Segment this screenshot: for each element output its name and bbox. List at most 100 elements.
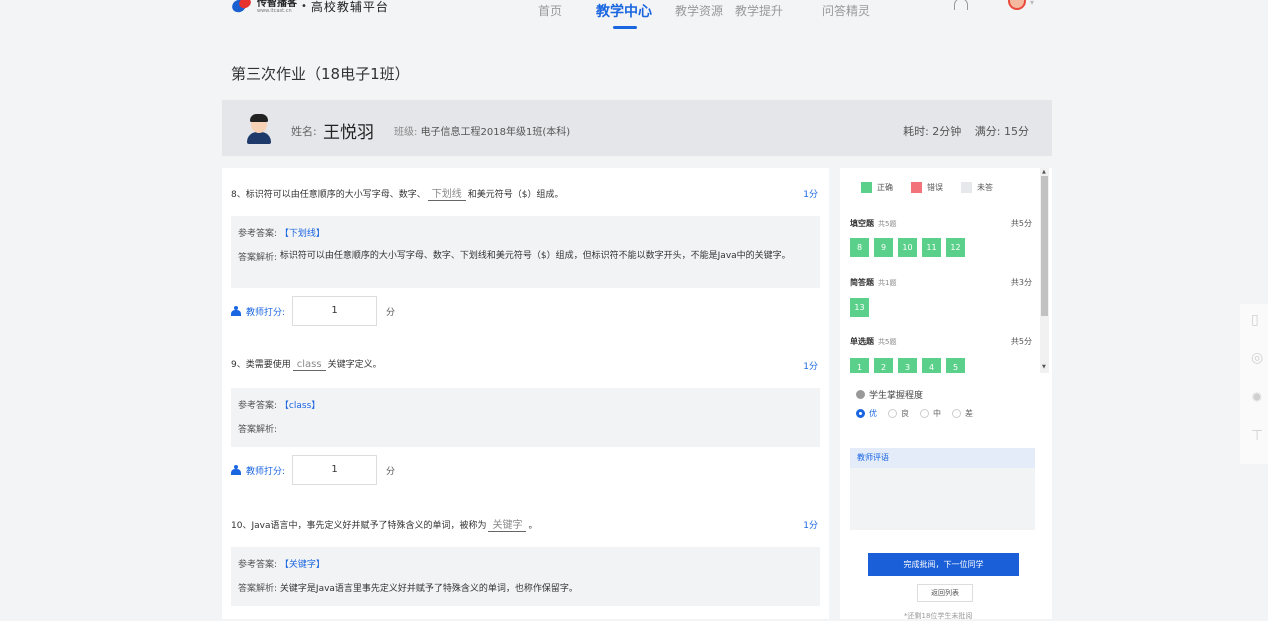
chevron-down-icon[interactable]: ▾: [1030, 0, 1034, 7]
analysis-label: 答案解析:: [238, 425, 278, 435]
radio-circle[interactable]: [856, 409, 865, 418]
mastery-radio-good[interactable]: 良: [888, 408, 909, 419]
analysis-text: 标识符可以由任意顺序的大小写字母、数字、下划线和美元符号（$）组成，但标识符不能…: [279, 251, 791, 261]
question-chip[interactable]: 3: [898, 358, 917, 373]
mastery-radio-poor[interactable]: 差: [952, 408, 973, 419]
platform-name: 高校教辅平台: [310, 0, 389, 14]
student-name: 王悦羽: [323, 123, 374, 143]
mastery-title-text: 学生掌握程度: [869, 391, 924, 401]
scrollbar[interactable]: ▲ ▼: [1040, 168, 1049, 373]
reference-answer-label: 参考答案:: [238, 229, 278, 239]
section-name: 简答题: [850, 278, 874, 287]
question-chip[interactable]: 2: [874, 358, 893, 373]
question-chips: 13: [850, 298, 874, 317]
reference-answer: 参考答案: 【关键字】: [238, 557, 325, 570]
score-unit: 分: [386, 307, 396, 318]
question-list: 8、标识符可以由任意顺序的大小写字母、数字、 下划线 和美元符号（$）组成。 1分 …: [222, 168, 829, 619]
name-label: 姓名:: [291, 125, 317, 138]
section-count: 共1题: [878, 279, 897, 287]
question-text: 8、标识符可以由任意顺序的大小写字母、数字、 下划线 和美元符号（$）组成。: [231, 185, 563, 201]
score-input[interactable]: 1: [292, 455, 378, 485]
question-chips: 1 2 3 4 5: [850, 358, 970, 373]
question-score: 1分: [803, 190, 818, 200]
mastery-radio-excellent[interactable]: 优: [856, 408, 877, 419]
scrollbar-thumb[interactable]: [1041, 176, 1048, 316]
question-blank: 下划线: [427, 185, 466, 201]
pie-icon: [856, 390, 865, 399]
mastery-radio-group: 优 良 中 差: [856, 408, 984, 419]
status-legend: 正确 错误 未答: [861, 182, 1011, 193]
analysis-label: 答案解析:: [238, 584, 278, 594]
answer-sheet: 正确 错误 未答 填空题 共5题 共5分 8 9 10 11 12 简答题 共1题 共3…: [840, 168, 1052, 373]
question-chip[interactable]: 1: [850, 358, 869, 373]
question-text-post: 。: [528, 521, 538, 531]
reference-answer: 参考答案: 【下划线】: [238, 226, 325, 239]
question-chip[interactable]: 4: [922, 358, 941, 373]
time-spent: 耗时: 2分钟: [903, 125, 962, 138]
time-and-score: 耗时: 2分钟 满分: 15分: [893, 123, 1029, 139]
nav-qa[interactable]: 问答精灵: [822, 2, 870, 19]
logo[interactable]: 传智播客 www.itcast.cn • 高校教辅平台: [230, 0, 389, 18]
nav-home[interactable]: 首页: [538, 2, 562, 19]
section-count: 共5题: [878, 220, 897, 228]
teacher-score-label: 教师打分:: [246, 307, 286, 318]
service-icon[interactable]: ◎: [1251, 350, 1263, 366]
phone-icon[interactable]: ▯: [1251, 312, 1259, 328]
question-chip[interactable]: 8: [850, 238, 869, 257]
lightbulb-icon[interactable]: ✹: [1251, 390, 1263, 406]
question-chip[interactable]: 12: [946, 238, 965, 257]
nav-teaching-center[interactable]: 教学中心: [596, 1, 652, 21]
section-total: 共5分: [1010, 219, 1032, 228]
question-chip[interactable]: 9: [874, 238, 893, 257]
teacher-score-row: 教师打分: 1 分: [231, 455, 395, 485]
radio-circle[interactable]: [920, 409, 929, 418]
radio-label: 差: [965, 409, 973, 418]
score-input[interactable]: 1: [292, 296, 378, 326]
mastery-radio-medium[interactable]: 中: [920, 408, 941, 419]
question-text-pre: 9、类需要使用: [231, 360, 291, 370]
full-score: 满分: 15分: [974, 125, 1029, 138]
radio-circle[interactable]: [952, 409, 961, 418]
reference-answer: 参考答案: 【class】: [238, 398, 320, 411]
scroll-down-icon[interactable]: ▼: [1042, 364, 1046, 370]
radio-label: 中: [933, 409, 941, 418]
class-value: 电子信息工程2018年级1班(本科): [420, 127, 571, 138]
radio-label: 良: [901, 409, 909, 418]
grading-panel: 正确 错误 未答 填空题 共5题 共5分 8 9 10 11 12 简答题 共1题 共3…: [840, 168, 1052, 620]
question-chip[interactable]: 5: [946, 358, 965, 373]
question-text: 10、Java语言中，事先定义好并赋予了特殊含义的单词，被称为 关键字。: [231, 516, 537, 532]
section-total: 共5分: [1010, 337, 1032, 346]
avatar[interactable]: [1008, 0, 1026, 10]
comment-textarea[interactable]: [850, 468, 1035, 530]
reference-answer-label: 参考答案:: [238, 560, 278, 570]
teacher-icon: [231, 465, 241, 475]
finish-next-button[interactable]: 完成批阅，下一位同学: [868, 553, 1019, 576]
back-to-top-icon[interactable]: ⊤: [1251, 428, 1263, 444]
radio-label: 优: [869, 409, 877, 418]
class-label: 班级:: [394, 127, 418, 138]
section-header: 简答题 共1题 共3分: [850, 277, 1032, 288]
answer-box: 参考答案: 【下划线】 答案解析: 标识符可以由任意顺序的大小写字母、数字、下划…: [231, 216, 820, 288]
logo-url: www.itcast.cn: [257, 7, 292, 14]
reference-answer-value: 【关键字】: [279, 560, 325, 570]
student-info-bar: 姓名: 王悦羽 班级: 电子信息工程2018年级1班(本科) 耗时: 2分钟 满…: [222, 100, 1052, 156]
question-score: 1分: [803, 521, 818, 531]
section-name: 单选题: [850, 337, 874, 346]
teacher-score-row: 教师打分: 1 分: [231, 296, 395, 326]
nav-teaching-improvement[interactable]: 教学提升: [735, 2, 783, 19]
scroll-up-icon[interactable]: ▲: [1042, 169, 1046, 175]
radio-circle[interactable]: [888, 409, 897, 418]
student-class: 班级: 电子信息工程2018年级1班(本科): [394, 123, 570, 138]
nav-teaching-resources[interactable]: 教学资源: [675, 2, 723, 19]
logo-separator: •: [301, 0, 307, 12]
teacher-score-label: 教师打分:: [246, 466, 286, 477]
section-header: 填空题 共5题 共5分: [850, 218, 1032, 229]
bell-icon[interactable]: [954, 0, 968, 10]
question-chip[interactable]: 13: [850, 298, 869, 317]
question-chip[interactable]: 11: [922, 238, 941, 257]
back-to-list-button[interactable]: 返回列表: [917, 584, 973, 602]
question-chip[interactable]: 10: [898, 238, 917, 257]
analysis-text: 关键字是Java语言里事先定义好并赋予了特殊含义的单词，也称作保留字。: [279, 584, 578, 594]
page-title: 第三次作业（18电子1班）: [231, 65, 410, 83]
question-text-pre: 8、标识符可以由任意顺序的大小写字母、数字、: [231, 190, 426, 200]
